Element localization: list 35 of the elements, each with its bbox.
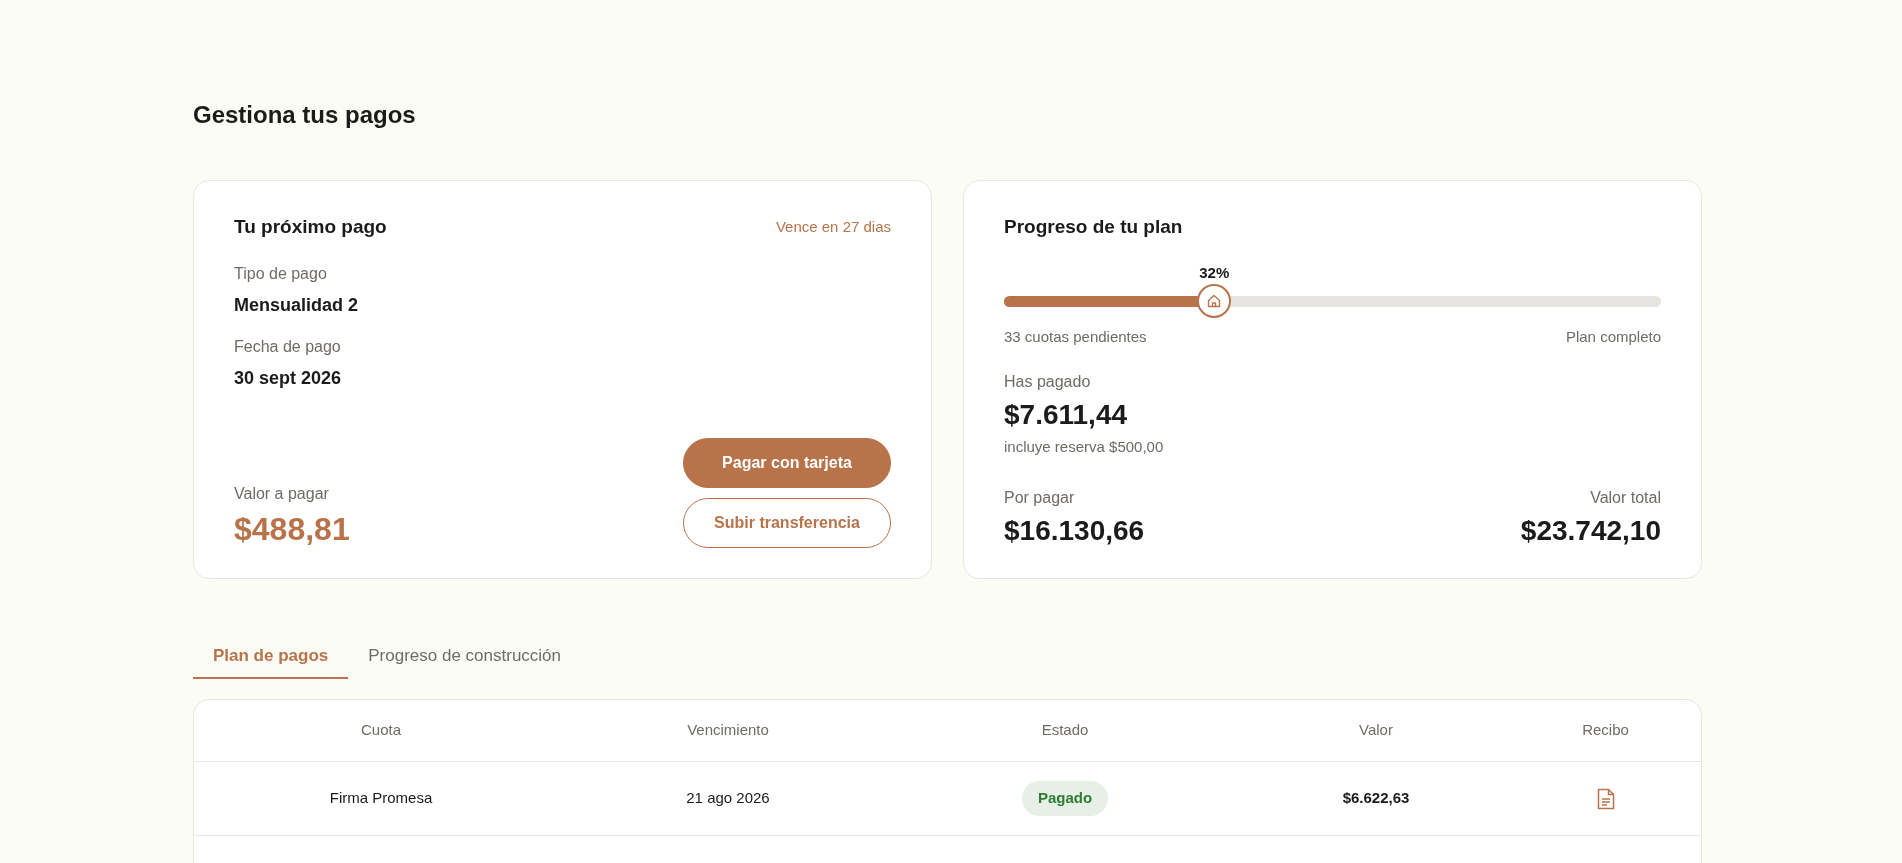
caption: 33 cuotas pendientes: [1004, 326, 1147, 347]
field-value: Mensualidad 2: [234, 293, 359, 317]
house-icon: [1206, 292, 1223, 309]
page-title: Gestiona tus pagos: [193, 100, 416, 130]
progress-percent: 32%: [1199, 263, 1230, 282]
table-cell-text: Firma Promesa: [329, 788, 433, 809]
due-note: Vence en 27 dias: [775, 217, 891, 237]
table-cell-text: $6.622,63: [1342, 788, 1410, 809]
paid-amount: $7.611,44: [1004, 398, 1128, 432]
upload-transfer-button[interactable]: Subir transferencia: [683, 498, 891, 548]
paid-label: Has pagado: [1004, 372, 1091, 392]
status-badge: Pagado: [1021, 781, 1109, 816]
column-header: Cuota: [361, 720, 401, 741]
column-header: Estado: [1041, 720, 1089, 741]
due-label: Por pagar: [1004, 488, 1075, 508]
total-label: Valor total: [1590, 488, 1661, 508]
caption: Plan completo: [1565, 326, 1661, 347]
due-amount: $16.130,66: [1004, 514, 1145, 548]
total-amount: $23.742,10: [1520, 514, 1661, 548]
pay-card-button[interactable]: Pagar con tarjeta: [683, 438, 891, 488]
tab[interactable]: Progreso de construcción: [348, 635, 582, 679]
card-title: Tu próximo pago: [234, 215, 387, 239]
field-value: 30 sept 2026: [234, 366, 342, 390]
column-header: Vencimiento: [687, 720, 769, 741]
paid-note: incluye reserva $500,00: [1004, 437, 1164, 457]
document-icon[interactable]: [1596, 787, 1615, 810]
field-label: Tipo de pago: [234, 263, 327, 284]
field-label: Fecha de pago: [234, 336, 341, 357]
tab[interactable]: Plan de pagos: [193, 635, 349, 679]
column-header: Valor: [1359, 720, 1393, 741]
card-title: Progreso de tu plan: [1004, 215, 1183, 239]
column-header: Recibo: [1582, 720, 1629, 741]
amount-value: $488,81: [234, 510, 350, 548]
table-cell-text: 21 ago 2026: [686, 788, 770, 809]
amount-label: Valor a pagar: [234, 484, 329, 504]
